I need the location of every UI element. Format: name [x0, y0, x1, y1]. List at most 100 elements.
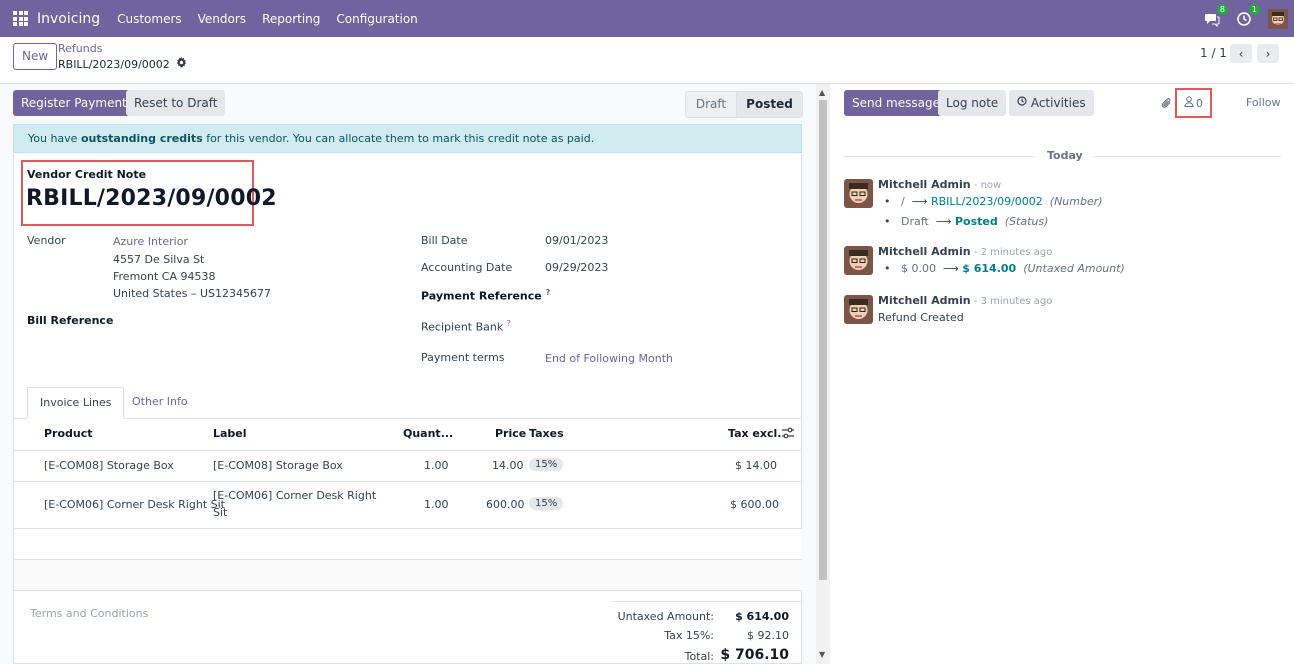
tracking-field: (Number)	[1049, 195, 1103, 208]
row-product[interactable]: [E-COM06] Corner Desk Right Sit	[44, 498, 225, 511]
message-author-name[interactable]: Mitchell Admin	[878, 178, 971, 191]
table-row[interactable]: [E-COM06] Corner Desk Right Sit [E-COM06…	[14, 482, 802, 529]
message-author: Mitchell Admin - now	[878, 178, 1001, 191]
row-tax-badge[interactable]: 15%	[529, 458, 564, 471]
gear-icon[interactable]	[176, 57, 187, 71]
help-tooltip-icon[interactable]: ?	[507, 319, 511, 328]
message-time: - 2 minutes ago	[970, 247, 1053, 258]
menu-item-customers[interactable]: Customers	[117, 12, 182, 26]
scroll-down-arrow-icon[interactable]: ▼	[819, 650, 825, 659]
message-author-name[interactable]: Mitchell Admin	[878, 245, 971, 258]
column-header-product[interactable]: Product	[44, 427, 93, 440]
row-tax-badge[interactable]: 15%	[529, 497, 564, 510]
menu-item-vendors[interactable]: Vendors	[198, 12, 246, 26]
column-header-taxes[interactable]: Taxes	[529, 427, 564, 440]
table-row[interactable]: [E-COM08] Storage Box [E-COM08] Storage …	[14, 451, 802, 482]
message-time: - now	[970, 180, 1002, 191]
pager-value[interactable]: 1 / 1	[1200, 46, 1227, 60]
document-name: RBILL/2023/09/0002	[26, 186, 277, 211]
log-note-button[interactable]: Log note	[938, 90, 1007, 116]
send-message-button[interactable]: Send message	[844, 90, 948, 116]
user-avatar[interactable]	[1268, 8, 1288, 29]
row-price[interactable]: 14.00	[492, 459, 524, 472]
accounting-date-field[interactable]: 09/29/2023	[545, 261, 608, 274]
total-label: Total:	[684, 650, 714, 663]
arrow-right-icon: ⟶	[942, 262, 959, 275]
vendor-name-link[interactable]: Azure Interior	[113, 235, 188, 248]
row-product[interactable]: [E-COM08] Storage Box	[44, 459, 174, 472]
payment-terms-field[interactable]: End of Following Month	[545, 352, 673, 365]
payment-reference-label-text: Payment Reference	[421, 289, 542, 303]
accounting-date-label: Accounting Date	[421, 261, 513, 274]
paperclip-icon[interactable]	[1160, 96, 1173, 113]
column-header-label[interactable]: Label	[213, 427, 247, 440]
chevron-right-icon: ›	[1265, 46, 1271, 61]
pager-next-button[interactable]: ›	[1257, 44, 1279, 63]
help-tooltip-icon[interactable]: ?	[546, 288, 551, 297]
message-author: Mitchell Admin - 2 minutes ago	[878, 245, 1052, 258]
breadcrumb-parent-link[interactable]: Refunds	[58, 42, 102, 55]
new-button[interactable]: New	[13, 43, 58, 70]
apps-menu-icon[interactable]	[13, 11, 28, 26]
scroll-up-arrow-icon[interactable]: ▲	[819, 88, 825, 97]
reset-to-draft-button[interactable]: Reset to Draft	[126, 90, 226, 116]
follow-button[interactable]: Follow	[1246, 96, 1281, 109]
invoice-lines-header: Product Label Quant... Price Taxes Tax e…	[14, 419, 802, 451]
row-price[interactable]: 600.00	[486, 498, 525, 511]
totals-separator	[611, 601, 802, 602]
tab-invoice-lines[interactable]: Invoice Lines	[27, 387, 125, 419]
column-header-tax-excl[interactable]: Tax excl.	[728, 427, 781, 440]
message-time: - 3 minutes ago	[970, 296, 1053, 307]
avatar[interactable]	[844, 246, 873, 275]
status-posted[interactable]: Posted	[736, 92, 802, 117]
activities-button[interactable]: Activities	[1009, 90, 1094, 116]
alert-outstanding-credits-link[interactable]: outstanding credits	[81, 132, 203, 145]
alert-text-suffix: for this vendor. You can allocate them t…	[202, 132, 595, 145]
row-label-continued[interactable]: Sit	[213, 506, 227, 519]
tab-other-info[interactable]: Other Info	[120, 387, 200, 419]
total-value: $ 706.10	[720, 647, 789, 663]
empty-line-row	[14, 529, 802, 560]
row-quantity[interactable]: 1.00	[424, 498, 449, 511]
chevron-left-icon: ‹	[1238, 46, 1244, 61]
column-header-quantity[interactable]: Quant...	[403, 427, 453, 440]
row-subtotal: $ 600.00	[730, 498, 779, 511]
form-scrollbar[interactable]: ▲ ▼	[816, 84, 830, 664]
vendor-label: Vendor	[27, 234, 66, 247]
untaxed-amount-value: $ 614.00	[735, 610, 789, 623]
row-quantity[interactable]: 1.00	[424, 459, 449, 472]
tax-label: Tax 15%:	[664, 629, 714, 642]
document-type-label: Vendor Credit Note	[27, 168, 147, 181]
vendor-city: Fremont CA 94538	[113, 270, 216, 283]
avatar[interactable]	[844, 295, 873, 324]
status-draft[interactable]: Draft	[686, 92, 736, 117]
tracking-value: • / ⟶ RBILL/2023/09/0002 (Number)	[884, 195, 1103, 208]
bill-date-field[interactable]: 09/01/2023	[545, 234, 608, 247]
row-label[interactable]: [E-COM06] Corner Desk Right	[213, 489, 376, 502]
recipient-bank-label-text: Recipient Bank	[421, 320, 504, 334]
row-label[interactable]: [E-COM08] Storage Box	[213, 459, 343, 472]
tracking-old-value: $ 0.00	[900, 262, 936, 275]
menu-item-reporting[interactable]: Reporting	[262, 12, 320, 26]
bill-date-label: Bill Date	[421, 234, 468, 247]
followers-button[interactable]: 0	[1184, 96, 1203, 110]
payment-terms-label: Payment terms	[421, 351, 505, 364]
app-name[interactable]: Invoicing	[37, 11, 100, 27]
activities-clock-icon[interactable]: 1	[1236, 3, 1260, 27]
column-header-price[interactable]: Price	[495, 427, 526, 440]
message-author-name[interactable]: Mitchell Admin	[878, 294, 971, 307]
tracking-value: • Draft ⟶ Posted (Status)	[884, 215, 1049, 228]
terms-and-conditions-field[interactable]: Terms and Conditions	[30, 607, 148, 620]
pager-previous-button[interactable]: ‹	[1230, 44, 1252, 63]
activities-button-label: Activities	[1030, 96, 1086, 110]
scrollbar-thumb[interactable]	[819, 100, 827, 580]
tracking-old-value: /	[900, 195, 905, 208]
vendor-street: 4557 De Silva St	[113, 253, 205, 266]
register-payment-button[interactable]: Register Payment	[13, 90, 135, 116]
menu-item-configuration[interactable]: Configuration	[336, 12, 417, 26]
control-panel: New Refunds RBILL/2023/09/0002 1 / 1 ‹ ›	[0, 37, 1294, 84]
avatar[interactable]	[844, 179, 873, 208]
message-body: Refund Created	[878, 311, 964, 324]
messages-icon[interactable]: 8	[1204, 3, 1228, 27]
optional-columns-toggle-icon[interactable]	[781, 427, 795, 442]
